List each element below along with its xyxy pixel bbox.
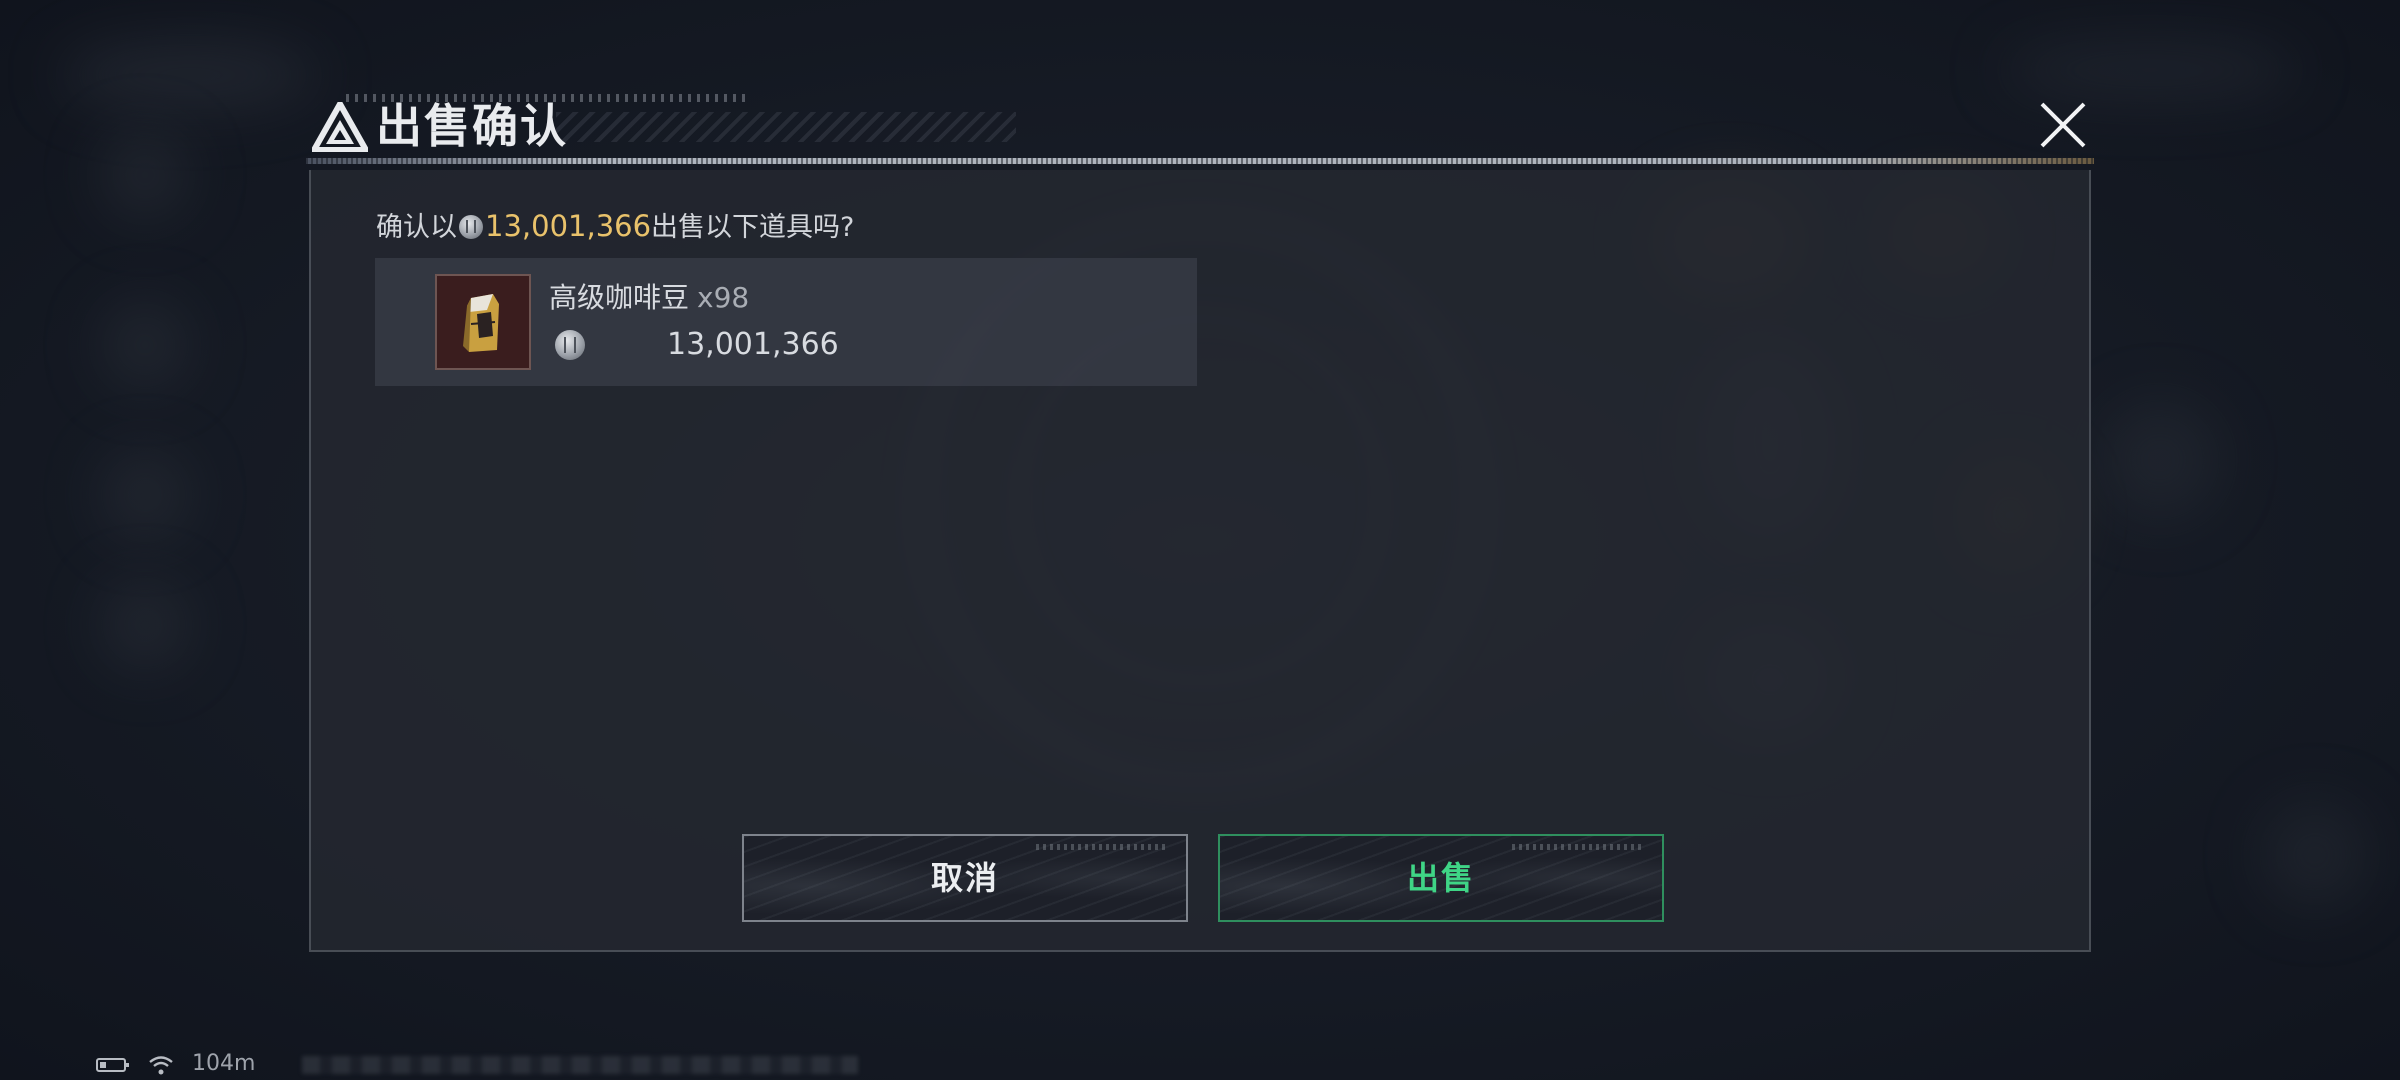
close-icon[interactable] — [2032, 94, 2094, 156]
cancel-button-label: 取消 — [930, 859, 999, 897]
confirm-suffix: 出售以下道具吗? — [651, 212, 855, 243]
item-name-line: 高级咖啡豆 x98 — [549, 278, 749, 318]
dialog-header: 出售确认 — [306, 94, 2094, 166]
header-divider — [306, 158, 2094, 164]
item-price: 13,001,366 — [667, 327, 839, 362]
confirm-amount: 13,001,366 — [485, 209, 652, 243]
item-thumbnail — [435, 274, 531, 370]
triangle-logo-icon — [312, 102, 368, 152]
cancel-button[interactable]: 取消 — [742, 834, 1188, 922]
header-stripes — [556, 112, 1016, 142]
sell-button[interactable]: 出售 — [1218, 834, 1664, 922]
confirm-prefix: 确认以 — [376, 212, 457, 243]
dialog-title: 出售确认 — [376, 99, 568, 153]
item-name: 高级咖啡豆 — [549, 281, 690, 314]
wifi-icon — [149, 1056, 173, 1075]
sell-button-label: 出售 — [1406, 859, 1475, 897]
confirm-message: 确认以 13,001,366出售以下道具吗? — [376, 206, 854, 248]
item-quantity: x98 — [697, 281, 750, 314]
blurred-info — [302, 1056, 858, 1074]
coin-icon — [555, 330, 585, 360]
coin-icon — [459, 214, 483, 239]
item-card: 高级咖啡豆 x98 13,001,366 — [375, 258, 1197, 386]
battery-icon — [96, 1058, 129, 1072]
ping-text: 104m — [192, 1051, 256, 1076]
coffee-bag-icon — [463, 294, 499, 352]
screen: 出售确认 确认以 13,001,366出售以下道具吗? 高级咖啡豆 x98 13… — [0, 0, 2400, 1080]
dialog-body: 确认以 13,001,366出售以下道具吗? 高级咖啡豆 x98 13,001,36… — [309, 170, 2091, 952]
